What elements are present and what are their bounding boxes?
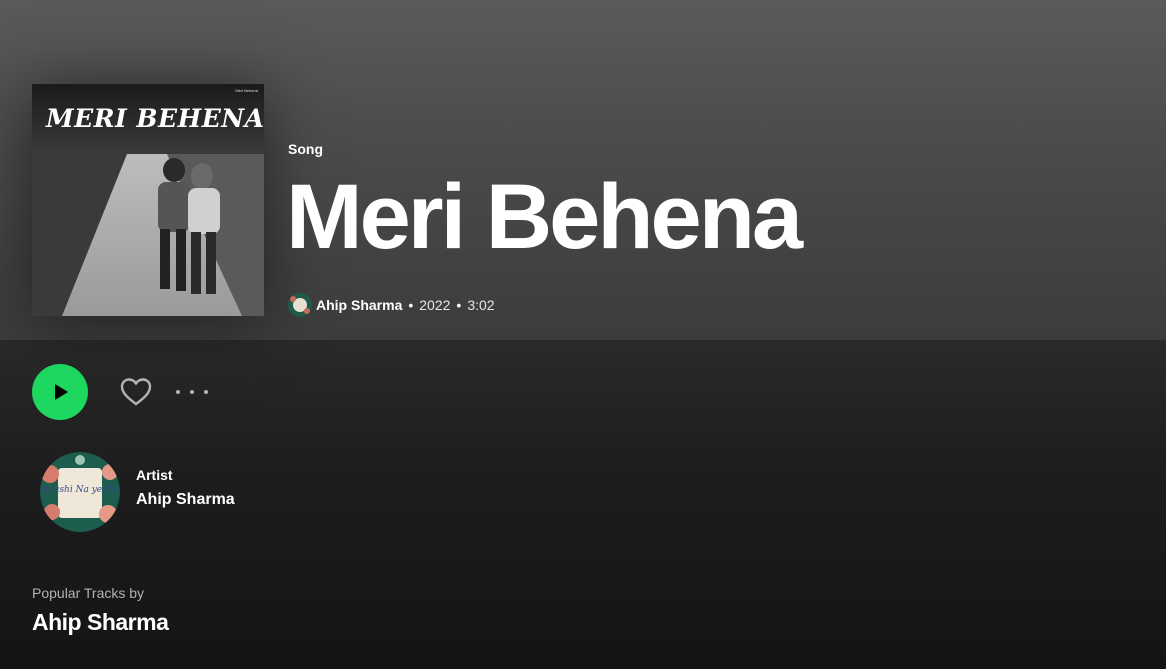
more-options-icon <box>176 390 180 394</box>
like-button[interactable] <box>118 374 154 410</box>
heart-icon <box>120 378 152 406</box>
more-options-button[interactable] <box>176 380 208 404</box>
song-title: Meri Behena <box>286 166 803 268</box>
artist-card-label: Artist <box>136 467 173 483</box>
artist-card-name[interactable]: Ahip Sharma <box>136 491 235 509</box>
album-cover: MERI BEHENA Meri Behena <box>32 84 264 316</box>
more-options-icon <box>204 390 208 394</box>
item-type-label: Song <box>288 141 323 157</box>
play-icon <box>55 384 68 400</box>
cover-tag-text: Meri Behena <box>235 88 258 93</box>
play-button[interactable] <box>32 364 88 420</box>
artist-card[interactable]: Khushi Na ye Pal Artist Ahip Sharma <box>40 452 235 532</box>
song-duration: 3:02 <box>467 297 495 313</box>
popular-tracks-label: Popular Tracks by <box>32 585 145 601</box>
artist-avatar-text: Khushi Na ye Pal <box>40 485 119 495</box>
release-year: 2022 <box>419 297 451 313</box>
meta-separator: • <box>456 297 462 313</box>
song-meta: Ahip Sharma • 2022 • 3:02 <box>288 293 495 317</box>
artist-avatar-small[interactable] <box>288 293 312 317</box>
artist-avatar[interactable]: Khushi Na ye Pal <box>40 452 120 532</box>
more-options-icon <box>190 390 194 394</box>
meta-separator: • <box>408 297 414 313</box>
popular-tracks-artist: Ahip Sharma <box>32 609 169 635</box>
artist-link[interactable]: Ahip Sharma <box>316 297 402 313</box>
cover-title-text: MERI BEHENA <box>46 104 264 133</box>
